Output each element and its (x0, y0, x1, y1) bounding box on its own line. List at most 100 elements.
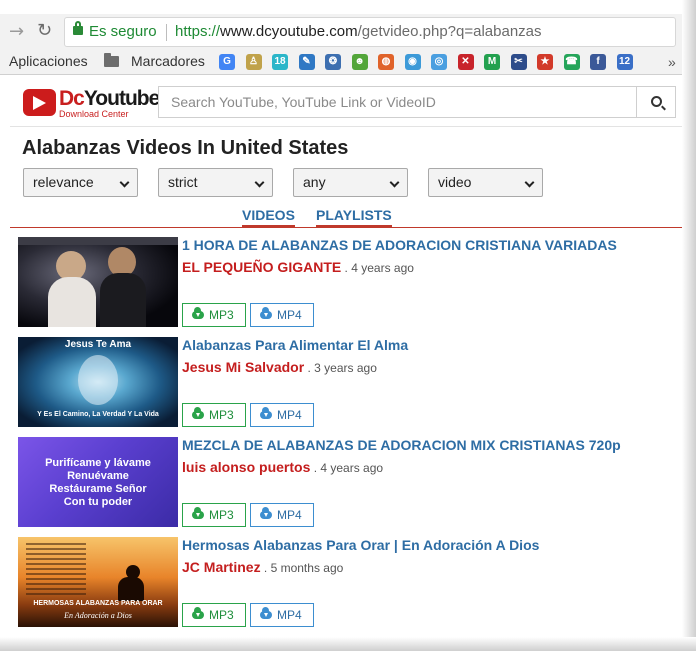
url-host: www.dcyoutube.com (220, 23, 358, 40)
channel-name[interactable]: Jesus Mi Salvador . 3 years ago (182, 359, 377, 375)
cloud-download-icon (192, 307, 204, 319)
logo-play-icon (23, 89, 56, 116)
main-content: Alabanzas Videos In United States releva… (10, 127, 682, 637)
whatsapp-icon[interactable]: ☎ (563, 54, 580, 70)
site-logo[interactable]: DcYoutube Download Center (23, 86, 160, 120)
download-mp3-button[interactable]: MP3 (182, 303, 246, 327)
tab-videos[interactable]: VIDEOS (242, 207, 295, 227)
chevron-down-icon (254, 177, 265, 188)
bookmark-folder-marcadores[interactable]: Marcadores (131, 53, 205, 69)
bookmark-teal-icon[interactable]: 18 (272, 54, 288, 70)
search-input[interactable] (158, 86, 637, 118)
thumbnail-caption: HERMOSAS ALABANZAS PARA ORAR (33, 600, 163, 607)
url-protocol: https:// (175, 23, 221, 40)
video-thumbnail[interactable]: HERMOSAS ALABANZAS PARA ORAR En Adoració… (18, 537, 178, 627)
video-age: . 5 months ago (260, 561, 344, 575)
lock-icon (73, 21, 83, 35)
channel-name[interactable]: JC Martinez . 5 months ago (182, 559, 343, 575)
url-text[interactable]: https://www.dcyoutube.com/getvideo.php?q… (175, 23, 542, 40)
video-thumbnail[interactable]: Jesus Te Ama Y Es El Camino, La Verdad Y… (18, 337, 178, 427)
video-thumbnail[interactable] (18, 237, 178, 327)
tab-playlists[interactable]: PLAYLISTS (316, 207, 392, 227)
calendar-icon[interactable]: 12 (616, 54, 633, 70)
safesearch-select[interactable]: strict (158, 168, 273, 197)
bookmark-apps[interactable]: Aplicaciones (9, 53, 88, 69)
logo-text: DcYoutube (59, 87, 160, 110)
download-mp3-button[interactable]: MP3 (182, 403, 246, 427)
search-icon (651, 96, 662, 107)
bookmark-disc-icon[interactable]: ◉ (404, 54, 421, 70)
bookmark-m-icon[interactable]: M (484, 54, 500, 70)
omnibox-separator (166, 24, 167, 41)
cloud-download-icon (260, 607, 272, 619)
browser-window: → ↻ Es seguro https://www.dcyoutube.com/… (0, 0, 696, 651)
bookmark-green-icon[interactable]: ☻ (351, 54, 368, 70)
page-title: Alabanzas Videos In United States (22, 137, 349, 159)
thumbnail-caption: Renuévame (67, 470, 129, 482)
download-mp4-button[interactable]: MP4 (250, 403, 314, 427)
bookmark-orange-icon[interactable]: ◍ (378, 54, 394, 70)
omnibox[interactable]: Es seguro https://www.dcyoutube.com/getv… (64, 17, 676, 47)
bookmark-star-icon[interactable]: ★ (537, 54, 553, 70)
site-header: DcYoutube Download Center (10, 76, 682, 127)
folder-icon (104, 53, 119, 67)
channel-name[interactable]: EL PEQUEÑO GIGANTE . 4 years ago (182, 259, 414, 275)
bookmark-blue-pen-icon[interactable]: ✎ (298, 54, 315, 70)
bookmark-figure-icon[interactable]: ♙ (245, 54, 262, 70)
download-mp4-button[interactable]: MP4 (250, 603, 314, 627)
download-mp4-button[interactable]: MP4 (250, 303, 314, 327)
thumbnail-caption: Restáurame Señor (49, 483, 147, 495)
type-select-value: video (438, 174, 472, 190)
google-icon[interactable]: G (219, 54, 235, 70)
download-mp3-button[interactable]: MP3 (182, 503, 246, 527)
bookmark-spiral-icon[interactable]: ❂ (325, 54, 341, 70)
thumbnail-caption: Jesus Te Ama (64, 339, 132, 350)
channel-name[interactable]: luis alonso puertos . 4 years ago (182, 459, 383, 475)
facebook-icon[interactable]: f (590, 54, 606, 70)
duration-select-value: any (303, 174, 326, 190)
download-mp4-button[interactable]: MP4 (250, 503, 314, 527)
download-mp3-button[interactable]: MP3 (182, 603, 246, 627)
chevron-down-icon (119, 177, 130, 188)
chevron-down-icon (524, 177, 535, 188)
type-select[interactable]: video (428, 168, 543, 197)
video-title[interactable]: Hermosas Alabanzas Para Orar | En Adorac… (182, 537, 539, 553)
thumbnail-caption: Con tu poder (63, 496, 133, 508)
sort-select[interactable]: relevance (23, 168, 138, 197)
address-bar: → ↻ Es seguro https://www.dcyoutube.com/… (0, 14, 682, 50)
cloud-download-icon (260, 507, 272, 519)
video-thumbnail[interactable]: Purifícame y lávame Renuévame Restáurame… (18, 437, 178, 527)
thumbnail-caption: En Adoración a Dios (64, 611, 132, 620)
cloud-download-icon (192, 507, 204, 519)
url-path: /getvideo.php?q=alabanzas (357, 23, 542, 40)
scissors-icon[interactable]: ✂ (510, 54, 527, 70)
more-bookmarks-icon[interactable]: » (668, 54, 676, 70)
video-age: . 4 years ago (341, 261, 414, 275)
thumbnail-caption: Purifícame y lávame (45, 457, 151, 469)
duration-select[interactable]: any (293, 168, 408, 197)
window-shadow-bottom (0, 637, 696, 651)
cloud-download-icon (260, 307, 272, 319)
video-title[interactable]: 1 HORA DE ALABANZAS DE ADORACION CRISTIA… (182, 237, 617, 253)
chevron-down-icon (389, 177, 400, 188)
window-shadow-right (682, 0, 696, 651)
sort-select-value: relevance (33, 174, 94, 190)
thumbnail-caption: Y Es El Camino, La Verdad Y La Vida (37, 411, 159, 418)
video-title[interactable]: MEZCLA DE ALABANZAS DE ADORACION MIX CRI… (182, 437, 621, 453)
video-result: 1 HORA DE ALABANZAS DE ADORACION CRISTIA… (18, 237, 678, 329)
cloud-download-icon (260, 407, 272, 419)
video-age: . 4 years ago (310, 461, 384, 475)
cloud-download-icon (192, 607, 204, 619)
video-result: HERMOSAS ALABANZAS PARA ORAR En Adoració… (18, 537, 678, 629)
bookmarks-bar: Aplicaciones Marcadores G ♙ 18 ✎ ❂ ☻ ◍ ◉ ◎ ✕ M ✂ ★ ☎ f… (0, 50, 682, 75)
video-title[interactable]: Alabanzas Para Alimentar El Alma (182, 337, 408, 353)
forward-arrow-icon[interactable]: → (9, 21, 24, 42)
safesearch-select-value: strict (168, 174, 198, 190)
reload-icon[interactable]: ↻ (37, 20, 52, 41)
video-age: . 3 years ago (304, 361, 377, 375)
bookmark-swirl-icon[interactable]: ◎ (431, 54, 447, 70)
logo-subtitle: Download Center (59, 109, 129, 119)
cloud-download-icon (192, 407, 204, 419)
search-button[interactable] (637, 86, 676, 118)
bookmark-red-icon[interactable]: ✕ (457, 54, 474, 70)
